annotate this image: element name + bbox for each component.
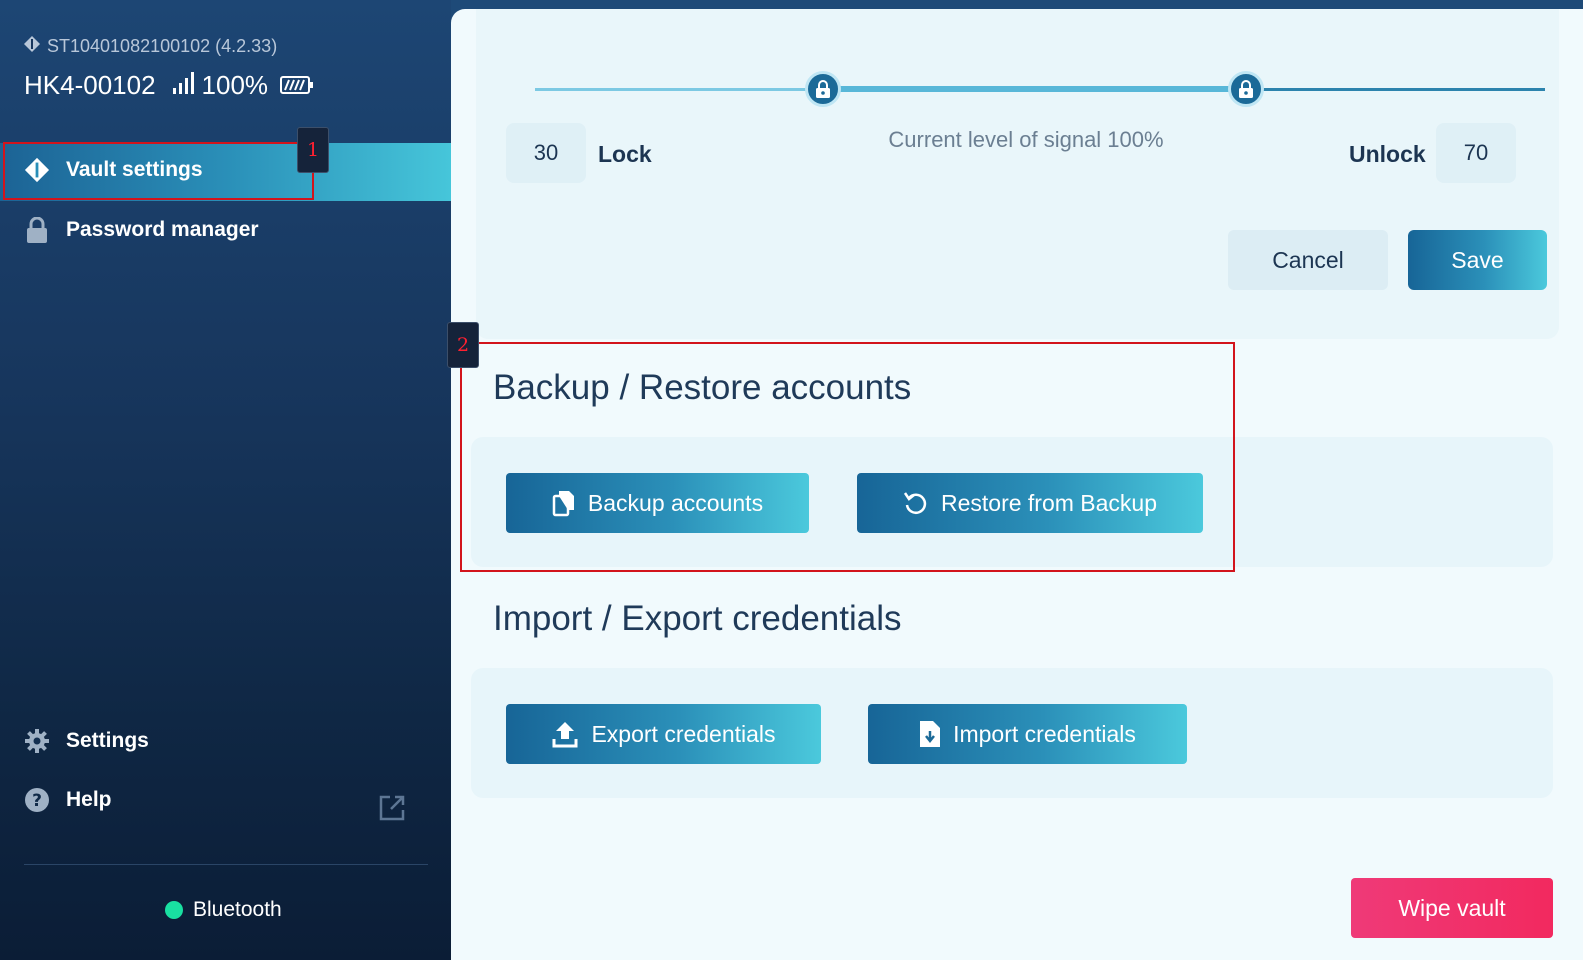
unlock-threshold-handle[interactable] — [1228, 71, 1264, 107]
help-circle-icon: ? — [24, 787, 50, 813]
device-serial-text: ST10401082100102 (4.2.33) — [47, 36, 278, 56]
sidebar-item-settings[interactable]: Settings — [24, 728, 149, 754]
sidebar-item-label: Settings — [66, 729, 149, 752]
upload-icon — [552, 722, 578, 748]
lock-icon — [1239, 80, 1253, 98]
sidebar-item-help[interactable]: ? Help — [24, 787, 112, 813]
export-credentials-label: Export credentials — [591, 720, 776, 747]
credentials-card: Export credentials Import credentials — [471, 668, 1553, 798]
signal-slider-range — [823, 86, 1247, 92]
unlock-label: Unlock — [1349, 141, 1426, 167]
signal-strength-icon — [172, 70, 196, 101]
svg-text:?: ? — [32, 791, 42, 811]
bluetooth-label: Bluetooth — [193, 898, 282, 921]
sidebar-item-label: Password manager — [66, 218, 259, 241]
annotation-box-2 — [460, 342, 1235, 572]
battery-percent: 100% — [201, 70, 269, 100]
vault-diamond-icon — [24, 36, 40, 57]
sidebar-divider — [24, 864, 428, 865]
lock-icon — [24, 217, 50, 243]
device-name: HK4-00102 — [24, 70, 156, 100]
sidebar-item-label: Help — [66, 788, 112, 811]
unlock-value-input[interactable]: 70 — [1436, 123, 1516, 183]
bluetooth-status: Bluetooth — [165, 898, 282, 922]
import-credentials-label: Import credentials — [953, 720, 1136, 747]
lock-value-input[interactable]: 30 — [506, 123, 586, 183]
external-link-icon[interactable] — [378, 794, 406, 827]
file-download-icon — [920, 721, 941, 747]
wipe-vault-button[interactable]: Wipe vault — [1351, 878, 1553, 938]
current-signal-text: Current level of signal 100% — [888, 127, 1164, 152]
sidebar: ST10401082100102 (4.2.33) HK4-00102 100%… — [0, 0, 451, 960]
battery-icon — [280, 70, 314, 101]
annotation-tag-2: 2 — [447, 322, 479, 368]
bluetooth-status-dot — [165, 901, 183, 919]
save-button[interactable]: Save — [1408, 230, 1547, 290]
main-panel: 30 Lock Current level of signal 100% Unl… — [447, 9, 1583, 960]
device-status-row: HK4-00102 100% — [24, 70, 314, 101]
annotation-box-1 — [3, 142, 314, 200]
lock-label: Lock — [598, 141, 652, 167]
annotation-tag-1: 1 — [297, 127, 329, 173]
export-credentials-button[interactable]: Export credentials — [506, 704, 821, 764]
device-serial: ST10401082100102 (4.2.33) — [24, 36, 277, 57]
credentials-section-title: Import / Export credentials — [493, 599, 902, 638]
lock-threshold-handle[interactable] — [805, 71, 841, 107]
cancel-button[interactable]: Cancel — [1228, 230, 1388, 290]
sidebar-item-password-manager[interactable]: Password manager — [24, 217, 259, 243]
gear-icon — [24, 728, 50, 754]
signal-card: 30 Lock Current level of signal 100% Unl… — [476, 9, 1559, 339]
import-credentials-button[interactable]: Import credentials — [868, 704, 1187, 764]
signal-slider-track-right — [1247, 88, 1545, 91]
lock-icon — [816, 80, 830, 98]
